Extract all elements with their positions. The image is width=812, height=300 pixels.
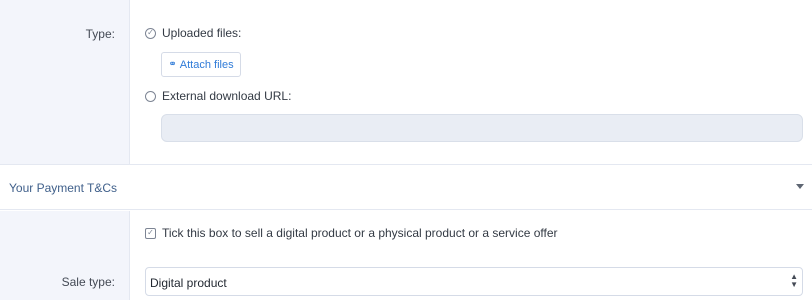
sale-type-value: Digital product xyxy=(150,276,227,290)
external-url-label: External download URL: xyxy=(162,89,292,103)
uploaded-files-option[interactable]: ✓ Uploaded files: xyxy=(145,26,241,40)
payment-terms-title: Your Payment T&Cs xyxy=(9,181,118,195)
sell-product-checkbox-row[interactable]: ✓ Tick this box to sell a digital produc… xyxy=(145,226,558,240)
external-url-option[interactable]: External download URL: xyxy=(145,89,291,103)
sell-product-checkbox-label: Tick this box to sell a digital product … xyxy=(162,226,558,240)
paperclip-icon: ⚭ xyxy=(168,59,177,70)
sale-content: ✓ Tick this box to sell a digital produc… xyxy=(130,211,812,300)
attach-files-label: Attach files xyxy=(179,58,234,71)
label-column: Type: xyxy=(0,0,130,164)
type-label: Type: xyxy=(85,27,115,41)
sale-type-select[interactable]: Digital product ▲ ▼ xyxy=(145,267,803,296)
caret-down-icon[interactable] xyxy=(796,184,804,189)
type-row: Type: ✓ Uploaded files: ⚭ Attach files E… xyxy=(0,0,812,165)
attach-files-button[interactable]: ⚭ Attach files xyxy=(161,52,241,77)
sale-type-label: Sale type: xyxy=(61,275,115,289)
label-column: Sale type: xyxy=(0,211,130,300)
radio-empty-icon[interactable] xyxy=(145,90,156,102)
select-arrows-icon: ▲ ▼ xyxy=(790,272,798,289)
product-form: Type: ✓ Uploaded files: ⚭ Attach files E… xyxy=(0,0,812,300)
payment-terms-header[interactable]: Your Payment T&Cs xyxy=(0,166,812,210)
type-content: ✓ Uploaded files: ⚭ Attach files Externa… xyxy=(130,0,812,164)
sale-row: Sale type: ✓ Tick this box to sell a dig… xyxy=(0,211,812,300)
checkbox-checked-icon[interactable]: ✓ xyxy=(145,227,156,239)
check-circle-icon[interactable]: ✓ xyxy=(145,27,156,39)
external-url-input[interactable] xyxy=(161,114,803,142)
uploaded-files-label: Uploaded files: xyxy=(162,26,242,40)
